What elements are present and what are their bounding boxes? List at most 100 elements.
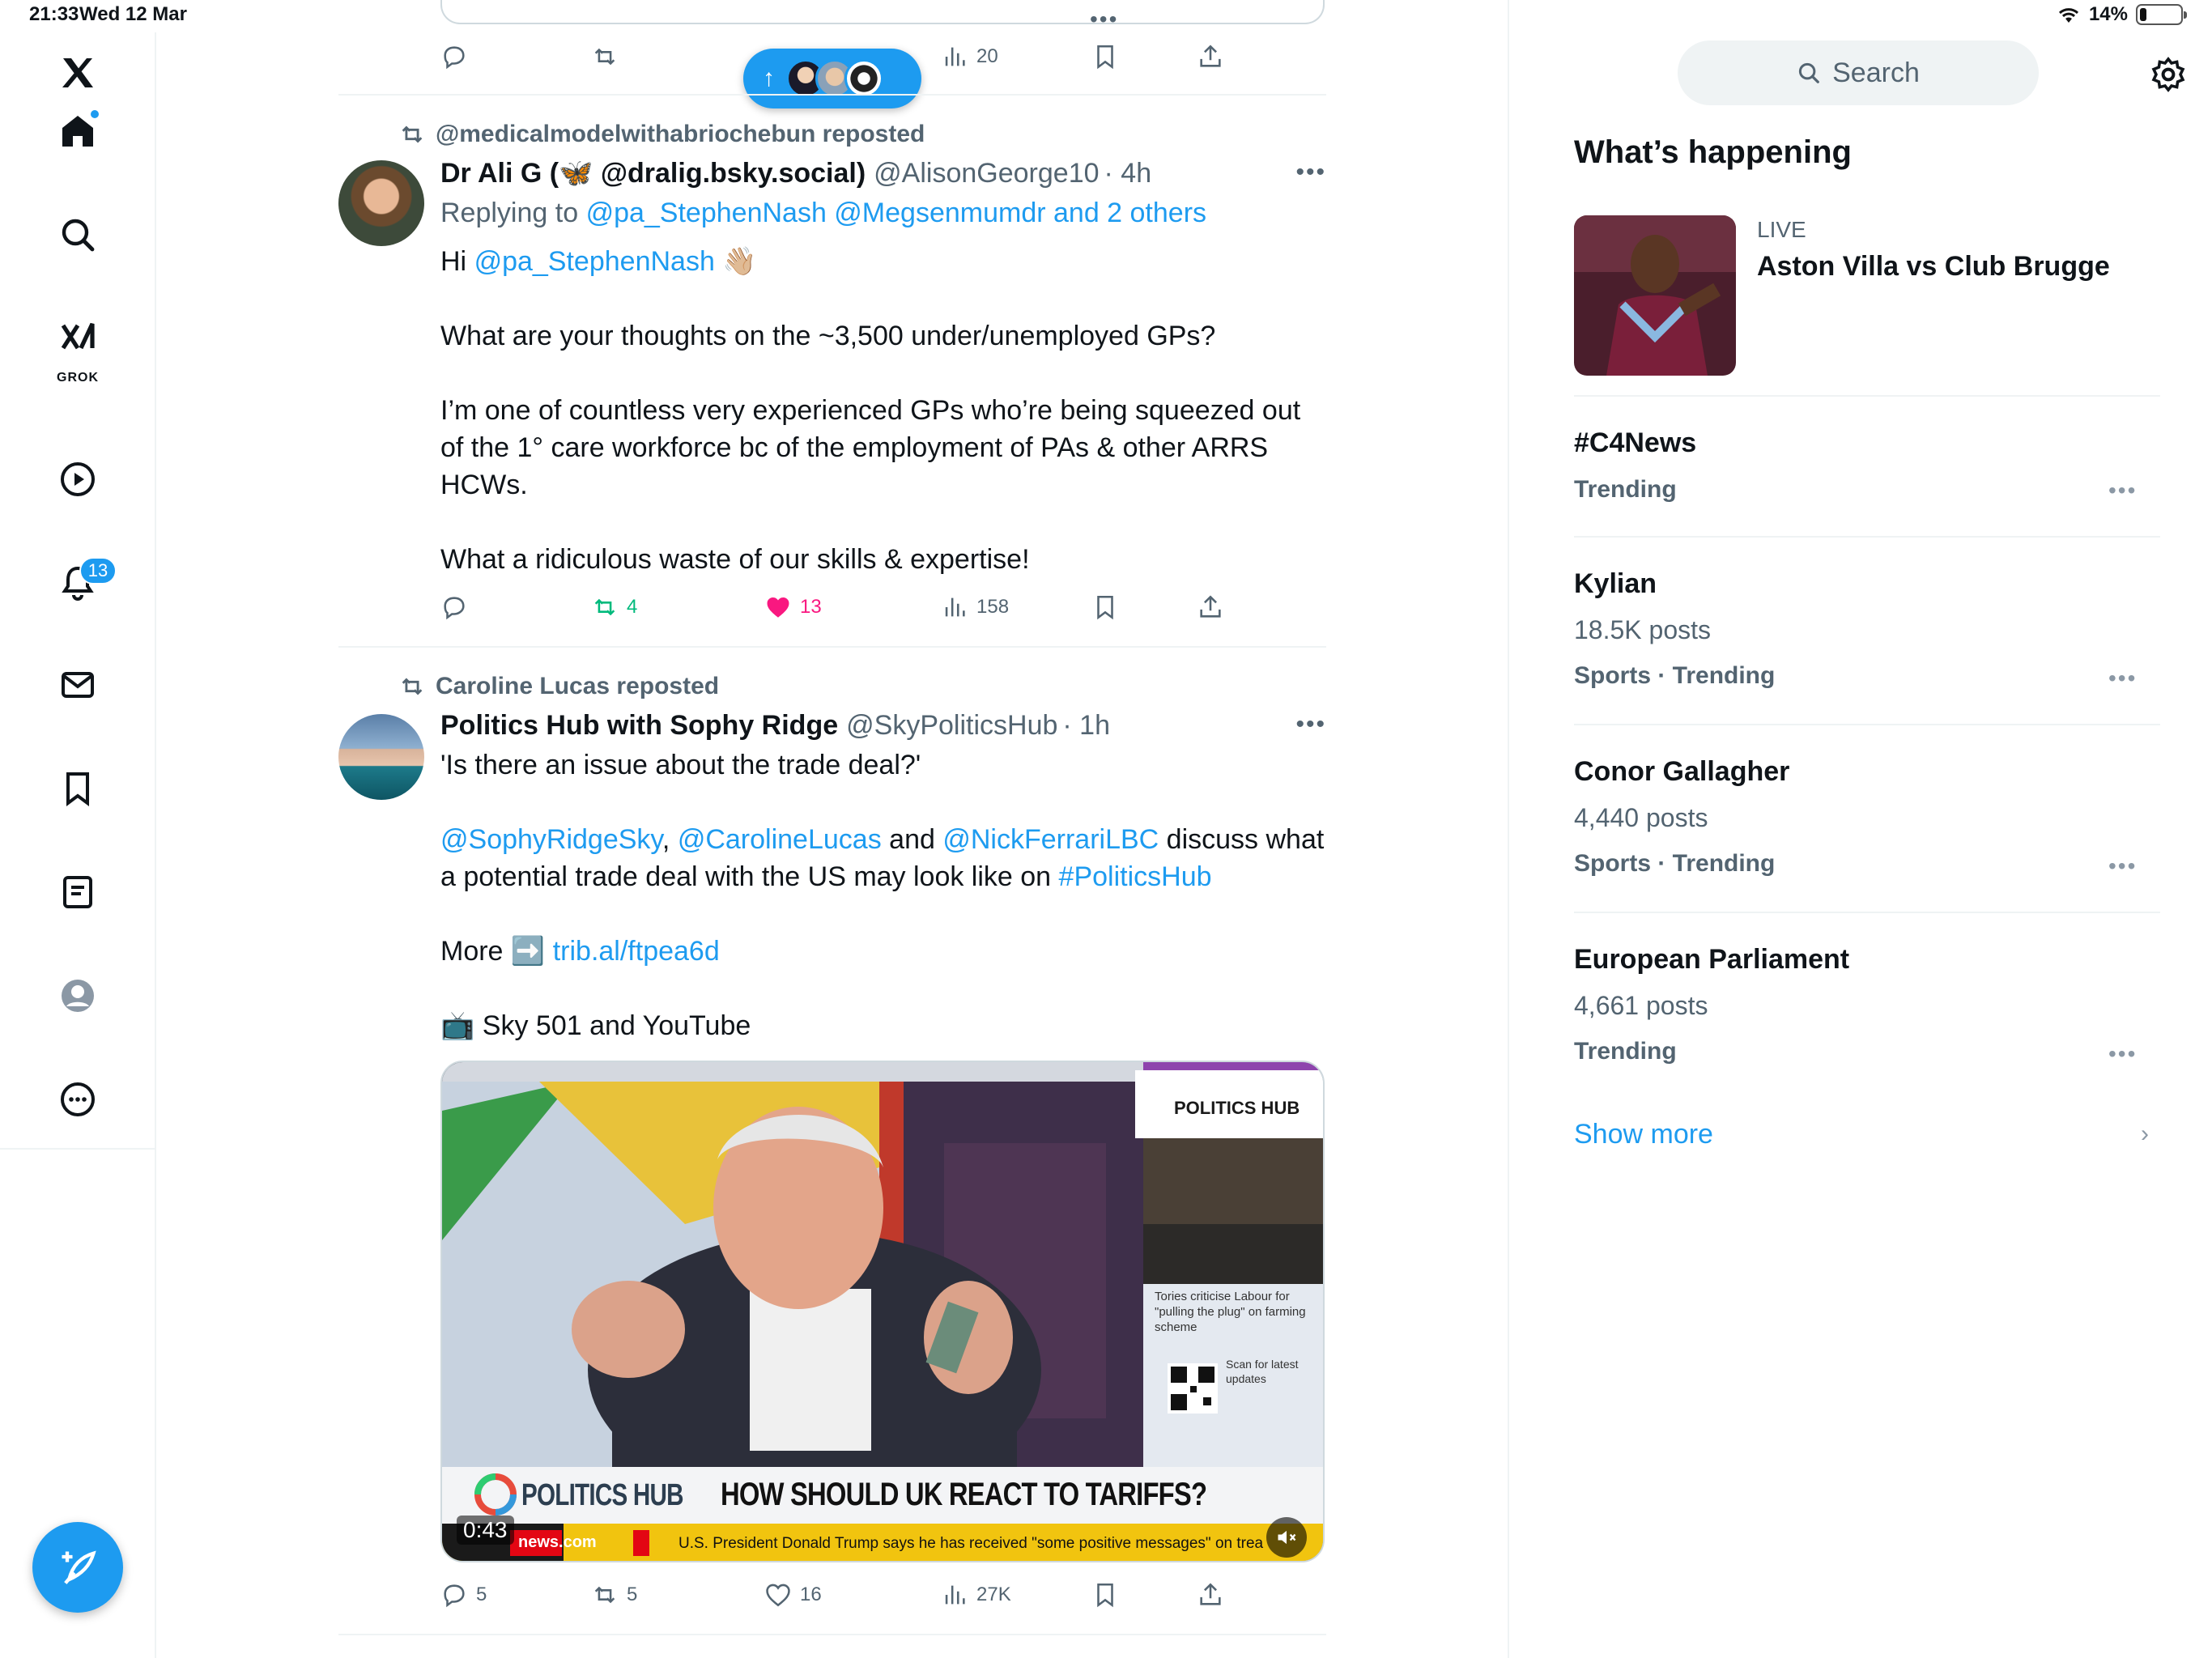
post-paragraph: Hi @pa_StephenNash 👋🏼 (440, 243, 1325, 280)
trend-topic[interactable]: European Parliament (1574, 944, 1849, 976)
author-name[interactable]: Politics Hub with Sophy Ridge (440, 710, 838, 742)
repost-context[interactable]: @medicalmodelwithabriochebun reposted (398, 120, 925, 149)
x-logo-icon[interactable] (45, 40, 110, 105)
trend-posts: 4,661 posts (1574, 991, 1708, 1020)
bookmarks-icon[interactable] (45, 756, 110, 821)
reply-button[interactable] (440, 39, 468, 74)
views-count: 27K (976, 1584, 1011, 1605)
share-button[interactable] (1197, 39, 1224, 74)
replying-mentions[interactable]: @pa_StephenNash @Megsenmumdr and 2 other… (586, 198, 1206, 228)
messages-icon[interactable] (45, 653, 110, 717)
trend-more-button[interactable]: ••• (2108, 853, 2137, 879)
post-more-button[interactable]: ••• (1295, 159, 1326, 186)
trend-topic[interactable]: Conor Gallagher (1574, 756, 1789, 788)
heart-icon (766, 1584, 790, 1607)
whats-happening-title: What’s happening (1574, 134, 1852, 170)
trend-topic[interactable]: Kylian (1574, 568, 1657, 600)
search-icon[interactable] (45, 202, 110, 267)
post-time[interactable]: · 1h (1062, 710, 1110, 742)
author-name[interactable]: Dr Ali G (🦋 @dralig.bsky.social) (440, 157, 866, 189)
bookmark-button[interactable] (1091, 39, 1119, 74)
profile-icon[interactable] (45, 963, 110, 1028)
views-count: 158 (976, 596, 1010, 618)
divider (1574, 724, 2160, 725)
like-button[interactable]: 13 (764, 589, 822, 625)
search-input[interactable]: Search (1678, 40, 2039, 105)
divider (338, 94, 1326, 96)
status-date: Wed 12 Mar (79, 3, 187, 25)
like-button[interactable]: 16 (764, 1577, 822, 1613)
mute-button[interactable] (1266, 1517, 1307, 1558)
more-label: More (440, 936, 504, 967)
mention-link[interactable]: @NickFerrariLBC (942, 824, 1159, 855)
grok-icon[interactable]: GROK (45, 304, 110, 385)
repost-button[interactable]: 5 (591, 1577, 637, 1613)
video-site: news.com (518, 1533, 597, 1551)
notifications-icon[interactable]: 13 (45, 551, 117, 615)
new-posts-button[interactable]: ↑ (743, 49, 921, 108)
post-time[interactable]: · 4h (1104, 158, 1152, 189)
live-event-image[interactable] (1574, 215, 1736, 376)
mention-link[interactable]: @pa_StephenNash (474, 246, 715, 277)
post-actions: 4 13 158 (440, 589, 1325, 625)
bookmark-button[interactable] (1091, 589, 1119, 625)
repost-button[interactable]: 4 (591, 589, 637, 625)
post-more-button[interactable]: ••• (1295, 711, 1326, 738)
wave-emoji: 👋🏼 (722, 246, 757, 277)
avatar (844, 59, 883, 98)
repost-label: @medicalmodelwithabriochebun reposted (436, 121, 925, 147)
repost-icon (594, 1586, 615, 1604)
replying-to: Replying to @pa_StephenNash @Megsenmumdr… (440, 194, 1325, 232)
trend-topic[interactable]: #C4News (1574, 427, 1696, 459)
video-qr-caption: Scan for latest updates (1226, 1358, 1299, 1385)
author-handle[interactable]: @AlisonGeorge10 (874, 158, 1099, 189)
author-handle[interactable]: @SkyPoliticsHub (846, 710, 1057, 742)
trend-more-button[interactable]: ••• (2108, 1041, 2137, 1067)
reply-button[interactable] (440, 589, 468, 625)
external-link[interactable]: trib.al/ftpea6d (553, 936, 720, 967)
views-count: 20 (976, 45, 998, 67)
reply-icon (444, 597, 465, 620)
views-button[interactable]: 27K (941, 1577, 1011, 1613)
trend-meta: Trending (1574, 476, 1677, 503)
live-event-title[interactable]: Aston Villa vs Club Brugge (1757, 251, 2110, 283)
show-more-link[interactable]: Show more (1574, 1119, 1713, 1150)
more-options-icon[interactable] (45, 1067, 110, 1132)
video-headline: HOW SHOULD UK REACT TO TARIFFS? (721, 1477, 1207, 1512)
avatar[interactable] (338, 160, 424, 246)
share-button[interactable] (1197, 1577, 1224, 1613)
home-icon[interactable] (45, 99, 110, 164)
trend-meta: Sports · Trending (1574, 850, 1776, 877)
video-player[interactable]: POLITICS HUB Tories criticise Labour for… (440, 1061, 1325, 1562)
tv-line: Sky 501 and YouTube (482, 1010, 751, 1041)
avatar[interactable] (338, 714, 424, 800)
mention-link[interactable]: @SophyRidgeSky (440, 824, 662, 855)
mention-link[interactable]: @CarolineLucas (678, 824, 882, 855)
feather-plus-icon (62, 1550, 96, 1584)
trend-meta: Sports · Trending (1574, 662, 1776, 689)
video-timestamp: 0:43 (457, 1516, 514, 1545)
post-text: 'Is there an issue about the trade deal?… (440, 746, 1325, 1044)
timeline[interactable]: ••• 20 ↑ @medicalmodelwithabriochebun re… (338, 0, 1326, 1658)
views-button[interactable]: 158 (941, 589, 1009, 625)
repost-context[interactable]: Caroline Lucas reposted (398, 672, 719, 701)
live-tag: LIVE (1757, 217, 1806, 242)
reply-icon (444, 46, 465, 70)
bookmark-button[interactable] (1091, 1577, 1119, 1613)
hashtag-link[interactable]: #PoliticsHub (1059, 861, 1212, 892)
lists-icon[interactable] (45, 860, 110, 925)
repost-button[interactable] (591, 39, 619, 74)
settings-button[interactable] (2149, 55, 2188, 94)
compose-post-button[interactable] (32, 1522, 123, 1613)
reply-button[interactable]: 5 (440, 1577, 487, 1613)
trend-more-button[interactable]: ••• (2108, 665, 2137, 691)
previous-post-media[interactable] (440, 0, 1325, 24)
right-sidebar: Search What’s happening LIVE Aston Villa… (1508, 0, 2212, 1658)
share-button[interactable] (1197, 589, 1224, 625)
video-icon[interactable] (45, 447, 110, 512)
left-nav: GROK 13 (0, 32, 156, 1150)
arrow-right-emoji: ➡️ (510, 936, 546, 967)
views-button[interactable]: 20 (941, 39, 998, 74)
trend-more-button[interactable]: ••• (2108, 478, 2137, 504)
bookmark-icon (1097, 45, 1113, 70)
